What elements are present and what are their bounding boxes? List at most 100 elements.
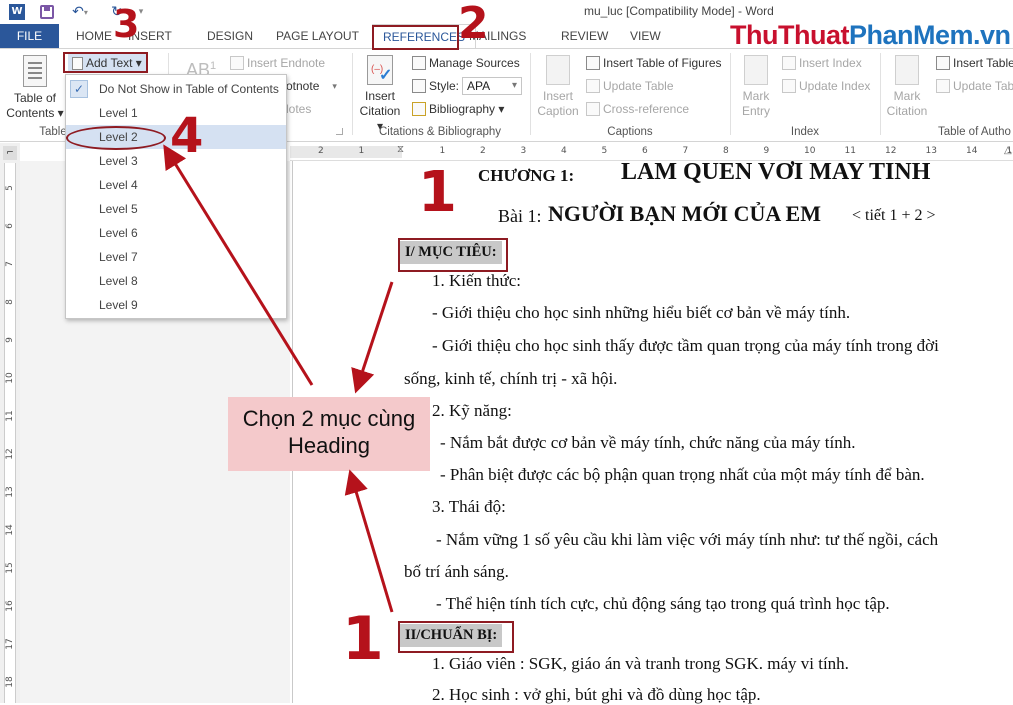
- toc-label-2: Contents ▾: [6, 106, 64, 121]
- doc-line: - Thể hiện tính tích cực, chủ động sáng …: [436, 594, 890, 614]
- annotation-box-add-text: [63, 52, 148, 73]
- annotation-step-1-bottom: 1: [342, 604, 384, 674]
- footnotes-dialog-launcher-icon[interactable]: [336, 128, 343, 135]
- update-index-icon: [782, 79, 796, 93]
- lesson-prefix: Bài 1:: [498, 206, 542, 227]
- undo-icon[interactable]: ↶▾: [66, 3, 94, 21]
- indent-marker-icon[interactable]: ⧖: [397, 144, 407, 160]
- insert-caption-button[interactable]: Insert Caption: [536, 55, 580, 119]
- table-of-contents-icon: [23, 55, 47, 87]
- show-notes-button[interactable]: lotes: [286, 100, 311, 118]
- word-logo-icon: W: [8, 3, 26, 21]
- menu-item-level-9[interactable]: Level 9: [66, 293, 286, 317]
- tab-design[interactable]: DESIGN: [207, 24, 253, 48]
- insert-table-of-authorities-icon: [936, 56, 950, 70]
- ruler-tick-label: 17: [5, 637, 15, 651]
- show-notes-label: lotes: [286, 102, 311, 116]
- tab-review[interactable]: REVIEW: [561, 24, 608, 48]
- menu-item-level-7[interactable]: Level 7: [66, 245, 286, 269]
- update-table-icon: [586, 79, 600, 93]
- insert-index-icon: [782, 56, 796, 70]
- annotation-ellipse-level-2: [66, 126, 166, 150]
- insert-caption-label-2: Caption: [536, 104, 580, 119]
- doc-line: - Phân biệt được các bộ phận quan trọng …: [440, 465, 925, 485]
- ruler-tick-label: 6: [642, 146, 648, 156]
- ruler-tick-label: 11: [5, 409, 15, 423]
- brand-part2: PhanMem.vn: [849, 20, 1011, 50]
- doc-line: 2. Học sinh : vở ghi, bút ghi và đồ dùng…: [432, 685, 761, 705]
- doc-line: 3. Thái độ:: [432, 497, 506, 517]
- style-selector: Style: APA: [412, 77, 522, 95]
- ruler-tick-label: 8: [5, 295, 15, 309]
- insert-table-of-figures-label: Insert Table of Figures: [603, 56, 722, 70]
- ruler-tick-label: 5: [5, 181, 15, 195]
- bibliography-icon: [412, 102, 426, 116]
- insert-table-of-authorities-label: Insert Table: [953, 56, 1013, 70]
- update-table-of-authorities-icon: [936, 79, 950, 93]
- insert-caption-icon: [546, 55, 570, 85]
- ruler-tick-label: 7: [5, 257, 15, 271]
- chapter-title: LAM QUEN VƠI MAY TINH: [621, 159, 930, 186]
- update-table-of-authorities-button[interactable]: Update Tab: [936, 77, 1013, 95]
- update-table-button[interactable]: Update Table: [586, 77, 674, 95]
- insert-endnote-label: Insert Endnote: [247, 56, 325, 70]
- mark-citation-label-1: Mark: [884, 89, 930, 104]
- ruler-tick-label: 14: [5, 523, 15, 537]
- tab-home[interactable]: HOME: [76, 24, 112, 48]
- ruler-margin: [290, 146, 402, 158]
- ruler-tick-label: 10: [804, 146, 815, 156]
- mark-citation-label-2: Citation: [884, 104, 930, 119]
- mark-entry-button[interactable]: Mark Entry: [736, 55, 776, 119]
- callout-line-1: Chọn 2 mục cùng: [228, 405, 430, 432]
- menu-item-label: Do Not Show in Table of Contents: [99, 82, 279, 96]
- ruler-tick-label: 16: [5, 599, 15, 613]
- ruler-tick-label: 1: [359, 146, 365, 156]
- cross-reference-button[interactable]: Cross-reference: [586, 100, 689, 118]
- bibliography-button[interactable]: Bibliography ▾: [412, 100, 504, 118]
- tab-file[interactable]: FILE: [0, 24, 59, 48]
- annotation-step-3: 3: [113, 2, 139, 46]
- menu-item-level-6[interactable]: Level 6: [66, 221, 286, 245]
- table-of-contents-button[interactable]: Table of Contents ▾: [6, 55, 64, 121]
- ruler-tick-label: 6: [5, 219, 15, 233]
- ruler-tick-label: 13: [926, 146, 937, 156]
- ruler-tick-label: 4: [561, 146, 567, 156]
- doc-line: - Nắm bắt được cơ bản về máy tính, chức …: [440, 433, 855, 453]
- tab-selector-icon[interactable]: ⌐: [3, 146, 17, 160]
- insert-endnote-icon: [230, 56, 244, 70]
- insert-citation-label-1: Insert: [356, 89, 404, 104]
- check-icon: ✓: [70, 80, 88, 98]
- insert-citation-button[interactable]: (–) ✓ Insert Citation ▾: [356, 55, 404, 134]
- chapter-prefix: CHƯƠNG 1:: [478, 166, 574, 186]
- insert-index-button[interactable]: Insert Index: [782, 54, 862, 72]
- ruler-tick-label: 3: [521, 146, 527, 156]
- doc-line: 1. Kiến thức:: [432, 271, 521, 291]
- insert-table-of-authorities-button[interactable]: Insert Table: [936, 54, 1013, 72]
- mark-entry-label-1: Mark: [736, 89, 776, 104]
- update-index-label: Update Index: [799, 79, 870, 93]
- tab-page-layout[interactable]: PAGE LAYOUT: [276, 24, 359, 48]
- group-label-toc: Table: [38, 126, 68, 138]
- tab-view[interactable]: VIEW: [630, 24, 661, 48]
- insert-table-of-figures-button[interactable]: Insert Table of Figures: [586, 54, 722, 72]
- style-dropdown[interactable]: APA: [462, 77, 522, 95]
- insert-endnote-button[interactable]: Insert Endnote: [230, 54, 325, 72]
- brand-part1: ThuThuat: [730, 20, 849, 50]
- ruler-tick-label: 12: [5, 447, 15, 461]
- menu-item-do-not-show[interactable]: ✓ Do Not Show in Table of Contents: [66, 77, 286, 101]
- next-footnote-button[interactable]: otnote▾: [286, 77, 337, 95]
- mark-entry-label-2: Entry: [736, 104, 776, 119]
- mark-citation-button[interactable]: Mark Citation: [884, 55, 930, 119]
- save-icon[interactable]: [38, 3, 56, 21]
- ruler-tick-label: 10: [5, 371, 15, 385]
- menu-item-level-4[interactable]: Level 4: [66, 173, 286, 197]
- ruler-tick-label: 14: [966, 146, 977, 156]
- menu-item-level-8[interactable]: Level 8: [66, 269, 286, 293]
- ruler-text-area: [402, 146, 1013, 158]
- vertical-ruler[interactable]: 56789101112131415161718: [0, 143, 20, 703]
- separator: [352, 53, 353, 135]
- menu-item-level-5[interactable]: Level 5: [66, 197, 286, 221]
- manage-sources-button[interactable]: Manage Sources: [412, 54, 520, 72]
- cross-reference-label: Cross-reference: [603, 102, 689, 116]
- update-index-button[interactable]: Update Index: [782, 77, 870, 95]
